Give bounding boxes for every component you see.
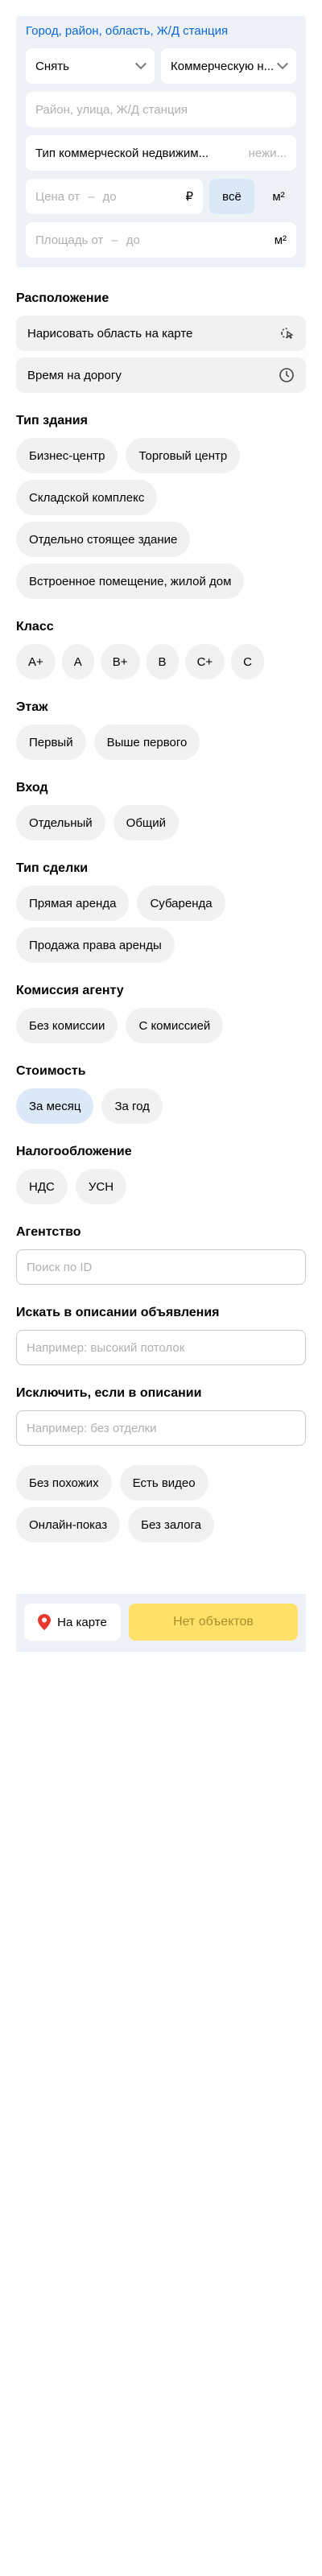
description-search-input[interactable]: Например: высокий потолок	[16, 1330, 306, 1365]
extra-chip[interactable]: Без залога	[128, 1507, 214, 1542]
deal-select-value: Снять	[35, 59, 69, 73]
taxation-chip[interactable]: НДС	[16, 1169, 68, 1204]
price-to-input[interactable]: до	[102, 190, 116, 204]
cost-section: Стоимость За месяц За год	[16, 1063, 306, 1124]
search-panel: Город, район, область, Ж/Д станция Снять…	[16, 16, 306, 267]
floor-chip[interactable]: Выше первого	[93, 724, 200, 760]
area-unit-label: м²	[274, 233, 287, 247]
section-title: Тип здания	[16, 414, 88, 427]
draw-area-icon	[281, 328, 294, 339]
section-title: Налогообложение	[16, 1145, 132, 1158]
section-title: Стоимость	[16, 1064, 86, 1078]
agency-input[interactable]: Поиск по ID	[16, 1249, 306, 1285]
building-type-section: Тип здания Бизнес-центр Торговый центр С…	[16, 412, 306, 599]
description-search-section: Искать в описании объявления Например: в…	[16, 1304, 306, 1365]
extra-chip[interactable]: Есть видео	[119, 1465, 208, 1501]
range-dash: –	[88, 189, 95, 204]
extra-chip[interactable]: Онлайн-показ	[16, 1507, 121, 1542]
chevron-down-icon	[276, 58, 289, 70]
currency-label: ₽	[185, 190, 193, 204]
building-type-chip[interactable]: Отдельно стоящее здание	[16, 522, 191, 557]
entrance-section: Вход Отдельный Общий	[16, 779, 306, 840]
price-from-input[interactable]: Цена от	[35, 190, 80, 204]
deal-select[interactable]: Снять	[26, 48, 155, 84]
map-pin-icon	[38, 1614, 52, 1630]
cost-chip-selected[interactable]: За месяц	[16, 1088, 94, 1124]
draw-area-label: Нарисовать область на карте	[27, 326, 193, 341]
class-chip[interactable]: A	[61, 644, 94, 679]
class-section: Класс A+ A B+ B C+ C	[16, 618, 306, 679]
area-to-input[interactable]: до	[126, 233, 140, 247]
taxation-section: Налогообложение НДС УСН	[16, 1143, 306, 1204]
description-exclude-input[interactable]: Например: без отделки	[16, 1410, 306, 1446]
category-select[interactable]: Коммерческую н...	[161, 48, 296, 84]
map-button-label: На карте	[57, 1615, 107, 1629]
section-title: Вход	[16, 781, 48, 795]
map-button[interactable]: На карте	[24, 1604, 121, 1641]
travel-time-label: Время на дорогу	[27, 368, 122, 382]
section-title: Агентство	[16, 1225, 81, 1239]
price-all-toggle[interactable]: всё	[209, 179, 254, 214]
price-per-m2-toggle[interactable]: м²	[261, 179, 296, 214]
commission-chip[interactable]: Без комиссии	[16, 1008, 118, 1043]
show-results-button[interactable]: Нет объектов	[129, 1604, 298, 1641]
class-chip[interactable]: B	[146, 644, 179, 679]
class-chip[interactable]: B+	[100, 644, 140, 679]
building-type-chip[interactable]: Торговый центр	[126, 438, 241, 473]
class-chip[interactable]: C	[231, 644, 264, 679]
extras-section: Без похожих Есть видео Онлайн-показ Без …	[16, 1465, 306, 1542]
travel-time-button[interactable]: Время на дорогу	[16, 357, 306, 393]
address-placeholder: Район, улица, Ж/Д станция	[35, 102, 188, 117]
class-chip[interactable]: C+	[184, 644, 225, 679]
class-chip[interactable]: A+	[16, 644, 56, 679]
range-dash: –	[111, 233, 118, 247]
clock-icon	[279, 368, 294, 382]
geo-link[interactable]: Город, район, область, Ж/Д станция	[26, 23, 296, 40]
cost-chip[interactable]: За год	[101, 1088, 163, 1124]
deal-type-section: Тип сделки Прямая аренда Субаренда Прода…	[16, 860, 306, 963]
section-title: Тип сделки	[16, 861, 89, 875]
entrance-chip[interactable]: Общий	[113, 805, 180, 840]
footer-bar: На карте Нет объектов	[16, 1594, 306, 1652]
floor-section: Этаж Первый Выше первого	[16, 699, 306, 760]
deal-type-chip[interactable]: Продажа права аренды	[16, 927, 175, 963]
chevron-down-icon	[134, 58, 147, 70]
building-type-chip[interactable]: Встроенное помещение, жилой дом	[16, 564, 245, 599]
draw-area-button[interactable]: Нарисовать область на карте	[16, 316, 306, 351]
deal-type-chip[interactable]: Субаренда	[137, 886, 225, 921]
location-section: Расположение Нарисовать область на карте…	[16, 290, 306, 393]
floor-chip[interactable]: Первый	[16, 724, 86, 760]
section-title: Этаж	[16, 700, 48, 714]
deal-type-chip[interactable]: Прямая аренда	[16, 886, 130, 921]
building-type-chip[interactable]: Складской комплекс	[16, 480, 158, 515]
filters: Расположение Нарисовать область на карте…	[16, 290, 306, 1562]
property-type-value: нежи...	[248, 146, 287, 160]
description-exclude-section: Исключить, если в описании Например: без…	[16, 1385, 306, 1446]
section-title: Исключить, если в описании	[16, 1386, 202, 1400]
extra-chip[interactable]: Без похожих	[16, 1465, 112, 1501]
building-type-chip[interactable]: Бизнес-центр	[16, 438, 118, 473]
price-range[interactable]: Цена от – до ₽	[26, 179, 203, 214]
property-type-label: Тип коммерческой недвижим...	[35, 146, 209, 160]
section-title: Искать в описании объявления	[16, 1306, 220, 1319]
area-from-input[interactable]: Площадь от	[35, 233, 103, 247]
area-range[interactable]: Площадь от – до м²	[26, 222, 296, 258]
category-select-value: Коммерческую н...	[171, 59, 275, 73]
section-title: Класс	[16, 620, 54, 634]
commission-section: Комиссия агенту Без комиссии С комиссией	[16, 982, 306, 1043]
commission-chip[interactable]: С комиссией	[126, 1008, 224, 1043]
section-title: Расположение	[16, 291, 109, 305]
agency-section: Агентство Поиск по ID	[16, 1224, 306, 1285]
taxation-chip[interactable]: УСН	[75, 1169, 127, 1204]
property-type-select[interactable]: Тип коммерческой недвижим... нежи...	[26, 135, 296, 171]
address-input[interactable]: Район, улица, Ж/Д станция	[26, 92, 296, 127]
entrance-chip[interactable]: Отдельный	[16, 805, 105, 840]
section-title: Комиссия агенту	[16, 984, 124, 997]
